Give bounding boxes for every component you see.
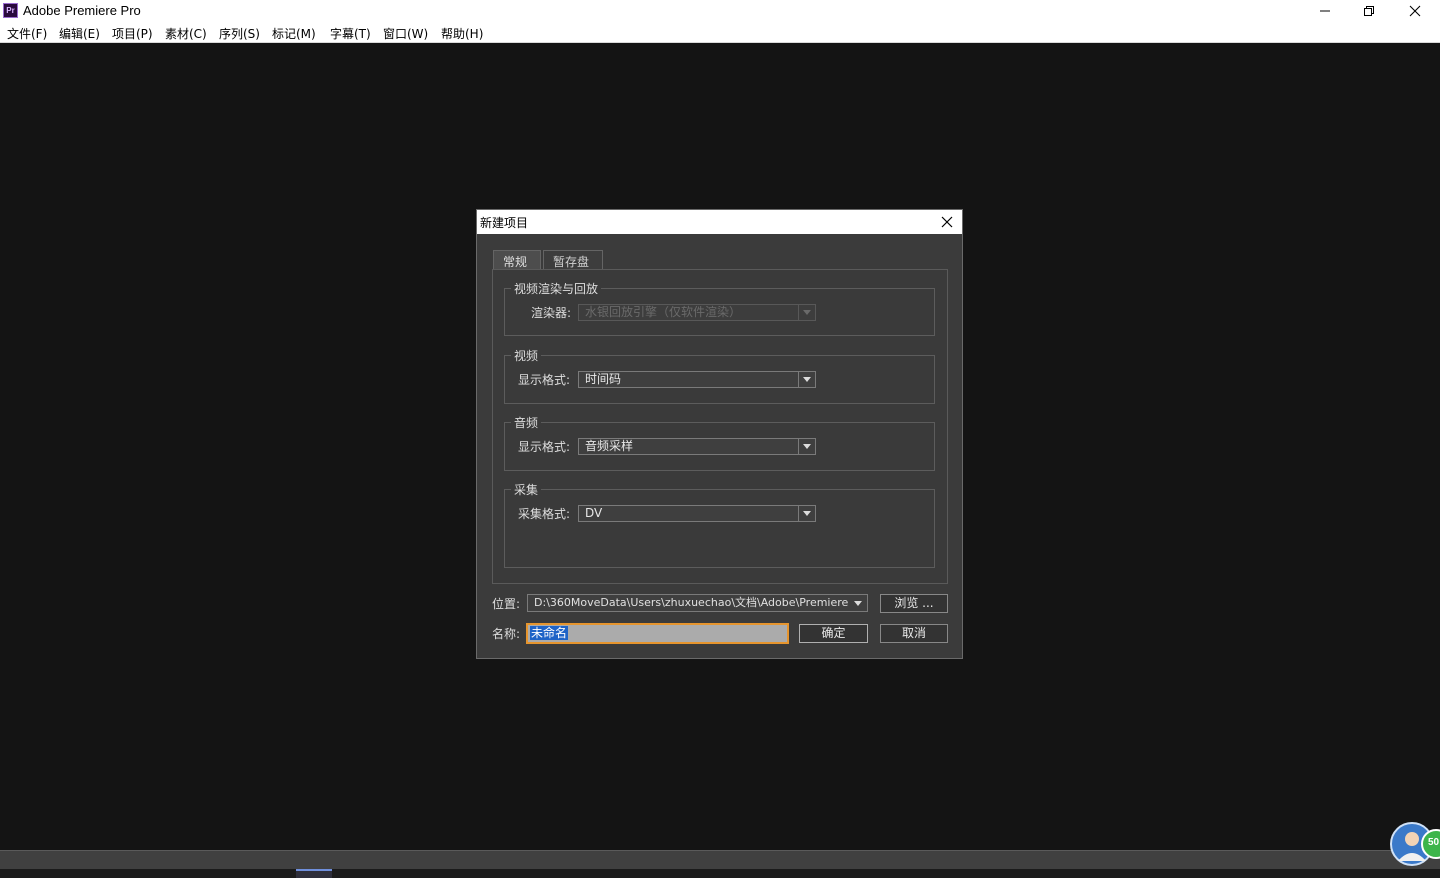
tab-general[interactable]: 常规: [493, 250, 541, 270]
close-window-button[interactable]: [1392, 0, 1438, 22]
capture-format-value: DV: [585, 506, 603, 520]
capture-format-label: 采集格式:: [518, 507, 571, 521]
location-label: 位置:: [492, 597, 521, 611]
menu-marker[interactable]: 标记(M): [272, 25, 316, 42]
capture-format-select[interactable]: DV: [578, 505, 816, 522]
restore-icon: [1364, 6, 1374, 16]
name-label: 名称:: [492, 627, 521, 641]
audio-group: 音频 显示格式: 音频采样: [504, 414, 935, 471]
menu-title[interactable]: 字幕(T): [330, 25, 371, 42]
capture-group: 采集 采集格式: DV: [504, 481, 935, 568]
location-value: D:\360MoveData\Users\zhuxuechao\文档\Adobe…: [534, 596, 868, 609]
tab-scratch-disks[interactable]: 暂存盘: [543, 250, 603, 270]
minimize-button[interactable]: [1302, 0, 1348, 22]
taskbar: [0, 869, 1440, 878]
title-bar: Pr Adobe Premiere Pro: [0, 0, 1440, 22]
menu-project[interactable]: 项目(P): [112, 25, 153, 42]
menu-sequence[interactable]: 序列(S): [219, 25, 260, 42]
minimize-icon: [1320, 10, 1330, 12]
chevron-down-icon[interactable]: [798, 506, 815, 521]
premiere-app-icon: Pr: [3, 3, 18, 18]
renderer-value: 水银回放引擎（仅软件渲染）: [585, 305, 742, 319]
new-project-dialog: 新建项目 常规 暂存盘 视频渲染与回放 渲染器: 水银回放引擎（仅软件渲染） 视…: [476, 209, 963, 659]
renderer-select: 水银回放引擎（仅软件渲染）: [578, 304, 816, 321]
dialog-close-icon[interactable]: [940, 215, 954, 229]
ok-button[interactable]: 确定: [799, 624, 868, 643]
cancel-button[interactable]: 取消: [880, 624, 948, 643]
menu-file[interactable]: 文件(F): [7, 25, 47, 42]
audio-group-legend: 音频: [511, 414, 542, 431]
chevron-down-icon[interactable]: [798, 439, 815, 454]
menu-window[interactable]: 窗口(W): [383, 25, 428, 42]
audio-display-format-value: 音频采样: [585, 439, 634, 453]
video-display-format-value: 时间码: [585, 372, 622, 386]
close-icon: [1409, 5, 1421, 17]
floating-assistant-widget[interactable]: 50: [1390, 821, 1440, 871]
audio-display-format-select[interactable]: 音频采样: [578, 438, 816, 455]
location-select[interactable]: D:\360MoveData\Users\zhuxuechao\文档\Adobe…: [527, 594, 868, 612]
chevron-down-icon[interactable]: [850, 595, 867, 611]
general-tab-panel: 视频渲染与回放 渲染器: 水银回放引擎（仅软件渲染） 视频 显示格式: 时间码 …: [492, 269, 948, 584]
assistant-badge-text: 50: [1428, 837, 1440, 848]
project-name-selected-text: 未命名: [530, 626, 569, 640]
video-group-legend: 视频: [511, 347, 542, 364]
render-group-legend: 视频渲染与回放: [511, 280, 602, 297]
menu-bar: 文件(F) 编辑(E) 项目(P) 素材(C) 序列(S) 标记(M) 字幕(T…: [0, 22, 1440, 43]
video-display-format-label: 显示格式:: [518, 373, 571, 387]
video-group: 视频 显示格式: 时间码: [504, 347, 935, 404]
audio-display-format-label: 显示格式:: [518, 440, 571, 454]
chevron-down-icon[interactable]: [798, 372, 815, 387]
video-display-format-select[interactable]: 时间码: [578, 371, 816, 388]
dialog-title-bar: 新建项目: [477, 210, 962, 234]
render-group: 视频渲染与回放 渲染器: 水银回放引擎（仅软件渲染）: [504, 280, 935, 336]
menu-help[interactable]: 帮助(H): [441, 25, 483, 42]
renderer-label: 渲染器:: [531, 306, 572, 320]
menu-clip[interactable]: 素材(C): [165, 25, 207, 42]
menu-edit[interactable]: 编辑(E): [59, 25, 100, 42]
restore-button[interactable]: [1346, 0, 1392, 22]
window-title: Adobe Premiere Pro: [23, 3, 141, 18]
dialog-title: 新建项目: [480, 216, 529, 230]
capture-group-legend: 采集: [511, 481, 542, 498]
status-bar: [0, 850, 1440, 869]
chevron-down-icon: [798, 305, 815, 320]
taskbar-premiere-item[interactable]: [296, 869, 332, 878]
project-name-input[interactable]: 未命名: [526, 623, 789, 644]
browse-button[interactable]: 浏览 ...: [880, 594, 948, 613]
